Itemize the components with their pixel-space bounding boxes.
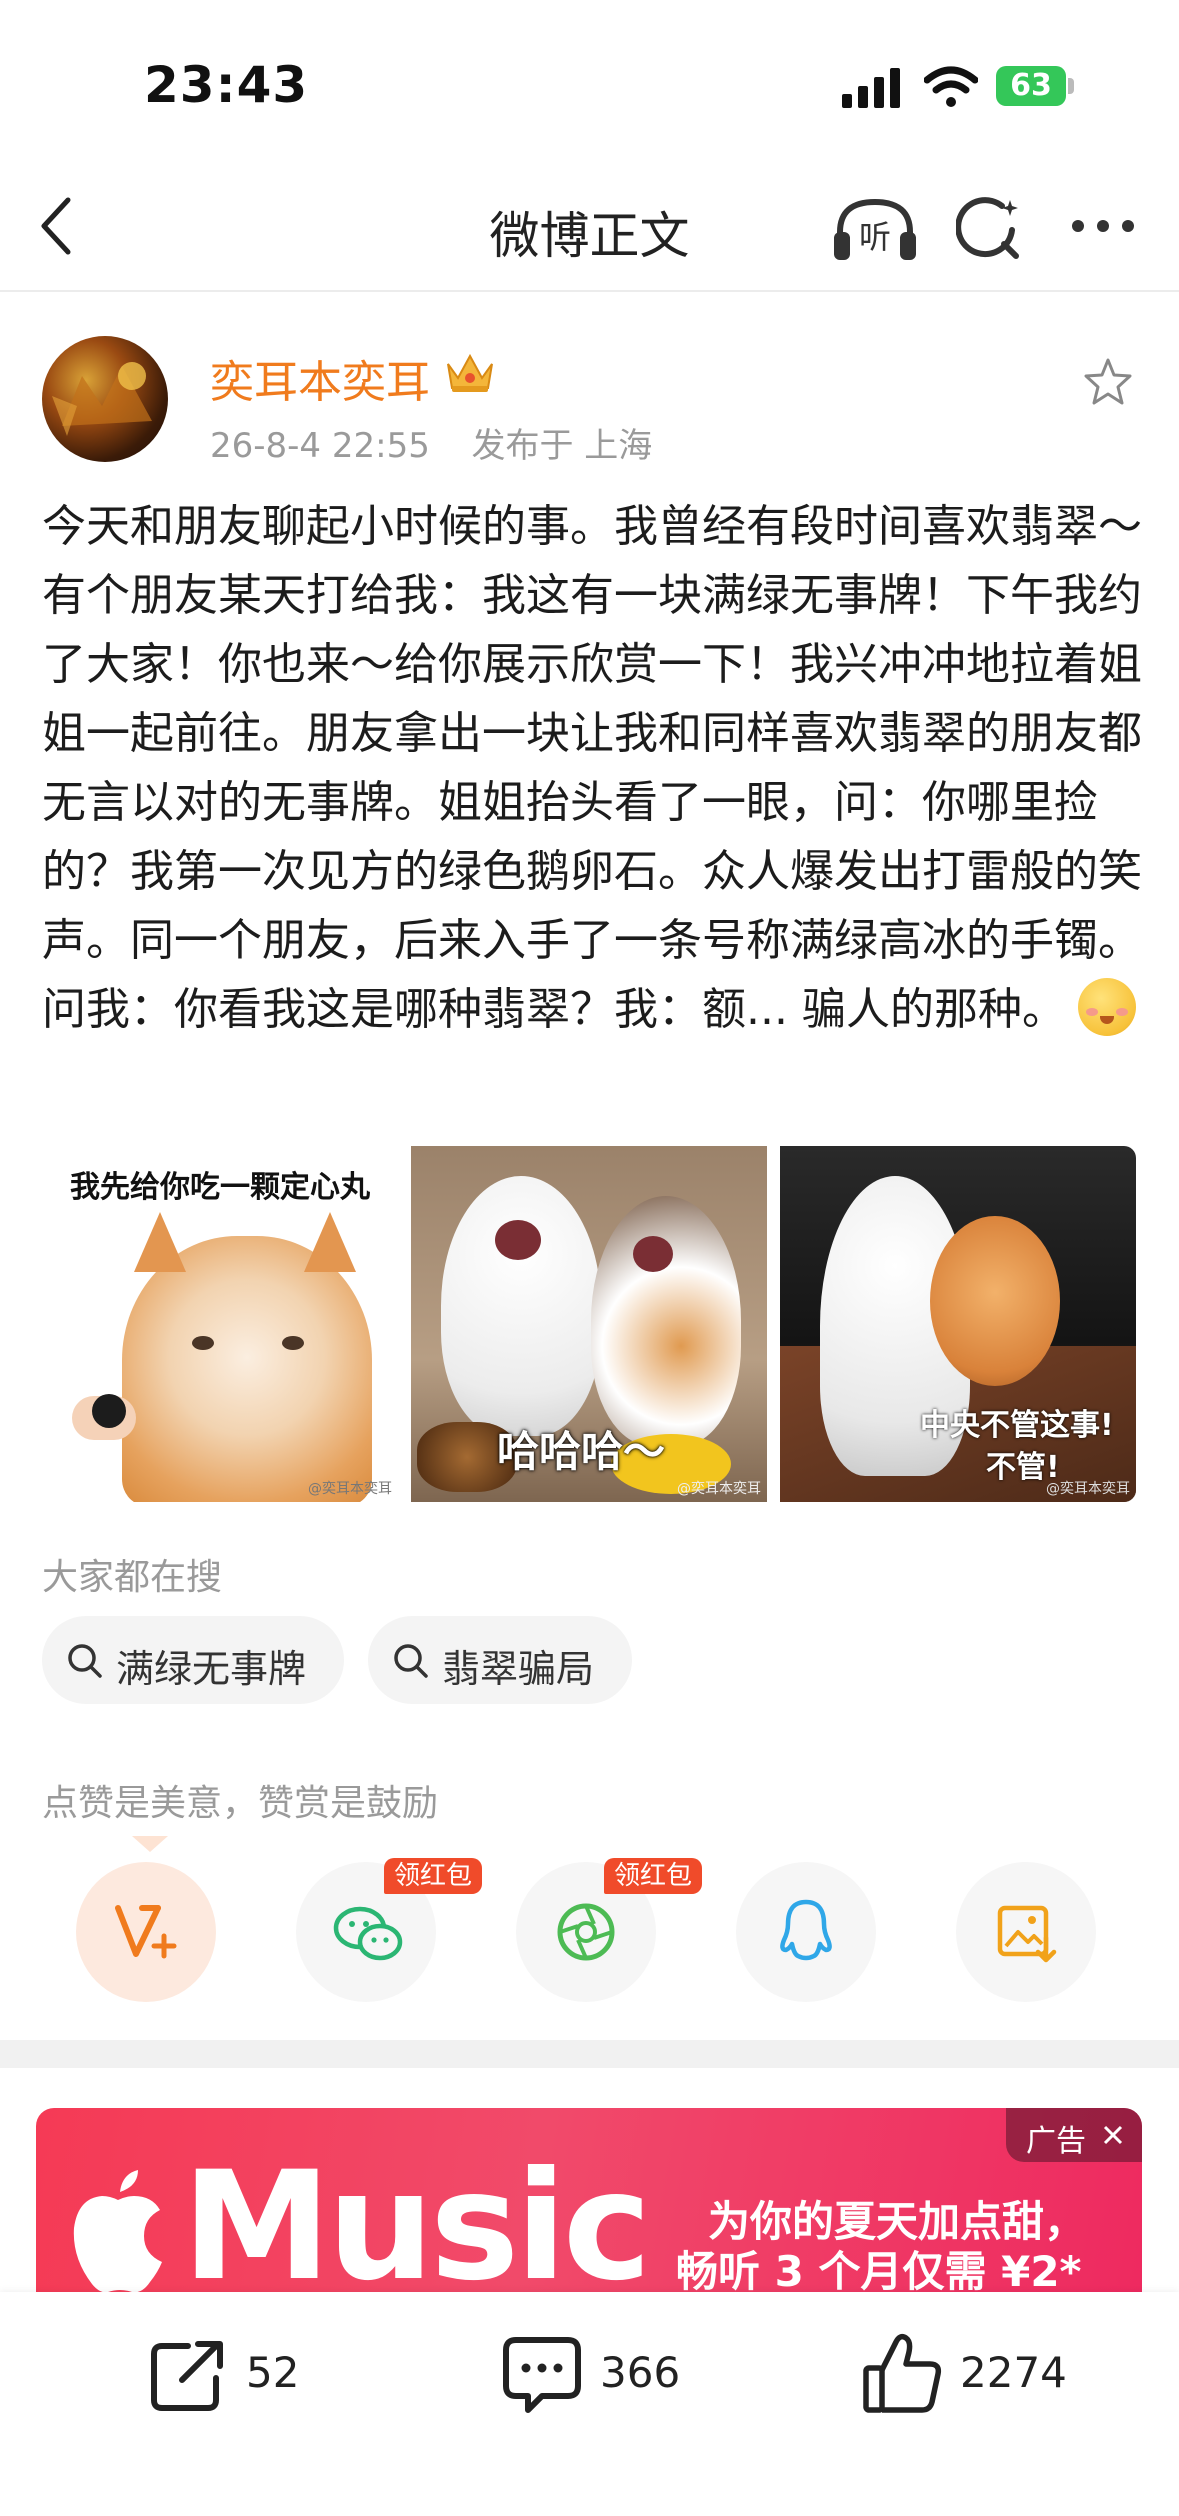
ad-brand: Music [182, 2140, 652, 2292]
nav-divider [0, 290, 1179, 292]
post-text: 今天和朋友聊起小时候的事。我曾经有段时间喜欢翡翠～有个朋友某天打给我：我这有一块… [42, 501, 1142, 1035]
cat-ear-right [304, 1212, 356, 1272]
wifi-icon [924, 66, 978, 107]
comment-button[interactable]: 366 [502, 2326, 742, 2436]
save-image-icon [997, 1905, 1057, 1963]
signal-icon [842, 68, 900, 108]
comment-icon [503, 2337, 581, 2413]
image-2-caption: 哈哈哈～ [497, 1427, 666, 1476]
cat-white-mouth [495, 1220, 541, 1260]
post-image-3[interactable]: 中央不管这事! 不管! @奕耳本奕耳 [780, 1146, 1136, 1502]
repost-button[interactable]: 52 [148, 2326, 348, 2436]
wechat-red-packet-badge: 领红包 [384, 1858, 483, 1894]
cat-calico [591, 1196, 741, 1446]
reward-pointer [132, 1836, 168, 1852]
listen-label: 听 [859, 218, 892, 256]
cat-eye-left [192, 1336, 214, 1350]
post-location: 发布于 上海 [471, 426, 653, 466]
reward-v-plus-icon [115, 1905, 177, 1959]
ad-line-2: 畅听 3 个月仅需 ¥2* [676, 2247, 1082, 2292]
thumbs-up-icon [863, 2333, 942, 2413]
search-section-label: 大家都在搜 [42, 1557, 223, 1598]
listen-button[interactable]: 听 [832, 196, 918, 262]
section-separator [0, 2040, 1179, 2068]
post-image-1[interactable]: 我先给你吃一颗定心丸 @奕耳本奕耳 [42, 1146, 398, 1502]
cat-orange [930, 1216, 1060, 1386]
more-icon[interactable] [1070, 216, 1136, 236]
battery-indicator: 63 [996, 66, 1066, 106]
moments-red-packet-badge: 领红包 [604, 1858, 703, 1894]
crown-icon [447, 353, 493, 392]
cat-face [122, 1236, 372, 1502]
reward-button[interactable] [76, 1862, 216, 2002]
blush-emoji-icon [1077, 978, 1136, 1036]
qq-penguin-icon [780, 1899, 832, 1961]
post-meta: 26-8-4 22:55 发布于 上海 [210, 418, 652, 467]
like-button[interactable]: 2274 [862, 2326, 1122, 2436]
search-icon [68, 1644, 102, 1678]
avatar-image [52, 362, 152, 436]
cat-white [441, 1176, 601, 1436]
apple-logo-icon [73, 2170, 162, 2292]
search-icon [394, 1644, 428, 1678]
avatar[interactable] [42, 336, 168, 462]
post-body: 今天和朋友聊起小时候的事。我曾经有段时间喜欢翡翠～有个朋友某天打给我：我这有一块… [42, 492, 1142, 1044]
reward-label: 点赞是美意，赞赏是鼓励 [42, 1783, 439, 1824]
ad-banner[interactable]: Music 为你的夏天加点甜， 畅听 3 个月仅需 ¥2* 广告 [36, 2108, 1142, 2292]
image-3-watermark: @奕耳本奕耳 [1046, 1481, 1130, 1497]
repost-count: 52 [246, 2348, 300, 2397]
image-3-caption-1: 中央不管这事! [920, 1408, 1114, 1443]
like-count: 2274 [960, 2348, 1067, 2397]
ad-tag[interactable]: 广告 [1006, 2108, 1142, 2162]
cat-eye-right [282, 1336, 304, 1350]
cat-calico-mouth [633, 1236, 673, 1272]
search-suggestion-2-label: 翡翠骗局 [442, 1647, 595, 1691]
ad-tag-label: 广告 [1026, 2124, 1086, 2159]
save-image-button[interactable] [956, 1862, 1096, 2002]
image-1-watermark: @奕耳本奕耳 [308, 1481, 392, 1497]
moments-shutter-icon [557, 1903, 615, 1961]
image-1-caption: 我先给你吃一颗定心丸 [70, 1170, 370, 1205]
repost-icon [151, 2341, 223, 2411]
cat-ear-left [134, 1212, 186, 1272]
favorite-star-icon[interactable] [1082, 356, 1134, 408]
status-time: 23:43 [144, 56, 309, 114]
black-pill [92, 1394, 126, 1428]
wechat-icon [333, 1906, 403, 1961]
comment-count: 366 [600, 2348, 681, 2397]
close-icon[interactable] [1102, 2124, 1124, 2146]
share-qq-button[interactable] [736, 1862, 876, 2002]
image-2-watermark: @奕耳本奕耳 [677, 1481, 761, 1497]
search-icon[interactable] [956, 196, 1022, 262]
post-date: 26-8-4 22:55 [210, 426, 430, 466]
author-name[interactable]: 奕耳本奕耳 [210, 346, 430, 410]
search-suggestion-1-label: 满绿无事牌 [116, 1647, 307, 1691]
search-suggestion-2[interactable]: 翡翠骗局 [368, 1616, 632, 1704]
battery-cap [1068, 78, 1074, 94]
post-image-2[interactable]: 哈哈哈～ @奕耳本奕耳 [411, 1146, 767, 1502]
search-suggestion-1[interactable]: 满绿无事牌 [42, 1616, 344, 1704]
